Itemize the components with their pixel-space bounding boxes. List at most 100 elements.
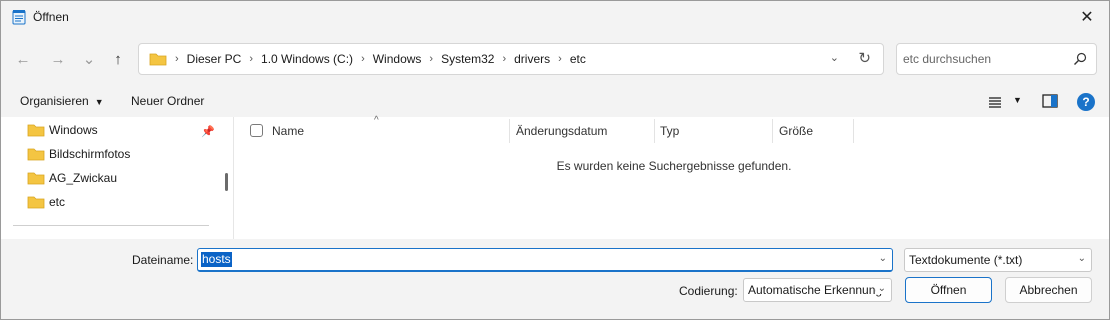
- nav-item-label: etc: [49, 195, 66, 209]
- close-icon: ✕: [1080, 9, 1094, 26]
- chevron-down-icon: ⌄: [875, 283, 886, 294]
- breadcrumb-label: drivers: [514, 52, 551, 66]
- cancel-button[interactable]: Abbrechen: [1005, 277, 1092, 303]
- column-label: Änderungsdatum: [516, 124, 608, 138]
- notepad-icon: [12, 10, 26, 25]
- navigation-pane: Windows 📌 Bildschirmfotos AG_Zwickau etc: [1, 117, 233, 239]
- nav-item-ag-zwickau[interactable]: AG_Zwickau: [27, 168, 117, 188]
- chevron-right-icon: ›: [175, 53, 179, 65]
- breadcrumb-dieser-pc[interactable]: Dieser PC ›: [187, 52, 261, 66]
- refresh-icon[interactable]: ↻: [858, 49, 871, 67]
- back-arrow-icon: ←: [15, 50, 31, 68]
- encoding-select[interactable]: Automatische Erkennung ⌄: [743, 278, 892, 302]
- column-separator[interactable]: [772, 119, 773, 143]
- column-label: Typ: [660, 124, 680, 138]
- chevron-down-icon: ⌄: [1075, 253, 1086, 264]
- search-input[interactable]: [903, 52, 1073, 66]
- breadcrumb-drivers[interactable]: drivers ›: [514, 52, 570, 66]
- cancel-label: Abbrechen: [1019, 283, 1078, 297]
- nav-item-bildschirmfotos[interactable]: Bildschirmfotos: [27, 144, 130, 164]
- chevron-right-icon: ›: [361, 53, 365, 65]
- open-label: Öffnen: [930, 283, 967, 297]
- preview-pane-icon[interactable]: [1042, 94, 1058, 108]
- breadcrumb-etc[interactable]: etc: [570, 52, 586, 66]
- filename-value: hosts: [201, 252, 232, 267]
- column-label: Größe: [779, 124, 814, 138]
- up-button[interactable]: ↑: [104, 45, 132, 73]
- file-list: ^ Name Änderungsdatum Typ Größe Es wurde…: [234, 115, 1109, 239]
- window-title: Öffnen: [33, 10, 69, 24]
- caret-down-icon: ▼: [94, 97, 104, 107]
- column-separator[interactable]: [654, 119, 655, 143]
- folder-icon: [27, 172, 45, 185]
- title-bar: Öffnen ✕: [1, 1, 1109, 33]
- breadcrumb-label: etc: [569, 52, 586, 66]
- new-folder-label: Neuer Ordner: [131, 94, 205, 108]
- dialog-footer: Dateiname: hosts ⌄ Textdokumente (*.txt)…: [1, 239, 1109, 319]
- nav-item-label: AG_Zwickau: [49, 171, 118, 185]
- chevron-down-icon: ⌄: [82, 51, 96, 68]
- nav-divider: [13, 225, 209, 226]
- sort-indicator-icon: ^: [374, 115, 379, 126]
- address-history-dropdown[interactable]: ⌄: [830, 51, 839, 64]
- encoding-value: Automatische Erkennung: [748, 283, 883, 297]
- nav-item-etc[interactable]: etc: [27, 192, 65, 212]
- organize-label: Organisieren: [20, 94, 89, 108]
- breadcrumb-label: Dieser PC: [186, 52, 242, 66]
- encoding-label: Codierung:: [679, 284, 738, 298]
- filename-label: Dateiname:: [132, 253, 194, 267]
- navigation-bar: ← → ⌄ ↑ › Dieser PC › 1.0 Windows (C:) ›: [1, 41, 1109, 77]
- chevron-right-icon: ›: [502, 53, 507, 65]
- column-label: Name: [272, 124, 305, 138]
- column-header-date[interactable]: Änderungsdatum: [516, 117, 607, 145]
- help-icon[interactable]: ?: [1077, 93, 1095, 111]
- nav-item-windows[interactable]: Windows: [27, 120, 98, 140]
- chevron-right-icon: ›: [249, 53, 254, 65]
- pin-icon[interactable]: 📌: [201, 125, 215, 138]
- breadcrumb-label: 1.0 Windows (C:): [261, 52, 354, 66]
- command-bar: Organisieren ▼ Neuer Ordner ▼ ?: [1, 87, 1109, 117]
- chevron-down-icon[interactable]: ⌄: [879, 253, 887, 264]
- forward-button[interactable]: →: [44, 45, 72, 73]
- back-button[interactable]: ←: [9, 45, 37, 73]
- column-header-name[interactable]: Name: [272, 117, 304, 145]
- list-view-icon[interactable]: [987, 95, 1003, 109]
- open-file-dialog: Öffnen ✕ ← → ⌄ ↑ › Dieser PC › 1.0 Windo…: [0, 0, 1110, 320]
- select-all-checkbox[interactable]: [250, 124, 263, 137]
- forward-arrow-icon: →: [50, 50, 66, 68]
- new-folder-button[interactable]: Neuer Ordner: [131, 94, 204, 108]
- open-button[interactable]: Öffnen: [905, 277, 992, 303]
- view-options-dropdown[interactable]: ▼: [1013, 95, 1022, 105]
- empty-results-message: Es wurden keine Suchergebnisse gefunden.: [556, 159, 792, 173]
- nav-item-label: Windows: [49, 123, 98, 137]
- folder-icon: [27, 196, 45, 209]
- search-icon: [1074, 52, 1087, 65]
- filetype-select[interactable]: Textdokumente (*.txt) ⌄: [904, 248, 1092, 272]
- chevron-right-icon: ›: [558, 53, 562, 65]
- breadcrumb-label: System32: [441, 52, 495, 66]
- close-button[interactable]: ✕: [1065, 1, 1109, 33]
- folder-icon: [27, 124, 45, 137]
- folder-icon: [149, 53, 167, 66]
- nav-scrollbar[interactable]: [225, 173, 228, 191]
- chevron-right-icon: ›: [429, 53, 434, 65]
- address-bar[interactable]: › Dieser PC › 1.0 Windows (C:) › Windows…: [138, 43, 884, 75]
- column-header-size[interactable]: Größe: [779, 117, 813, 145]
- search-box[interactable]: [896, 43, 1097, 75]
- recent-locations-button[interactable]: ⌄: [75, 45, 103, 73]
- breadcrumb-root[interactable]: ›: [167, 53, 187, 65]
- up-arrow-icon: ↑: [114, 50, 122, 68]
- folder-icon: [27, 148, 45, 161]
- breadcrumb-windows[interactable]: Windows ›: [373, 52, 441, 66]
- help-glyph: ?: [1082, 95, 1090, 109]
- organize-button[interactable]: Organisieren ▼: [20, 94, 104, 108]
- breadcrumb-system32[interactable]: System32 ›: [441, 52, 514, 66]
- breadcrumb-drive-c[interactable]: 1.0 Windows (C:) ›: [261, 52, 373, 66]
- breadcrumb-label: Windows: [372, 52, 422, 66]
- filename-input[interactable]: hosts ⌄: [197, 248, 893, 272]
- column-separator[interactable]: [509, 119, 510, 143]
- filetype-value: Textdokumente (*.txt): [909, 253, 1023, 267]
- nav-item-label: Bildschirmfotos: [49, 147, 131, 161]
- column-header-type[interactable]: Typ: [660, 117, 679, 145]
- column-separator[interactable]: [853, 119, 854, 143]
